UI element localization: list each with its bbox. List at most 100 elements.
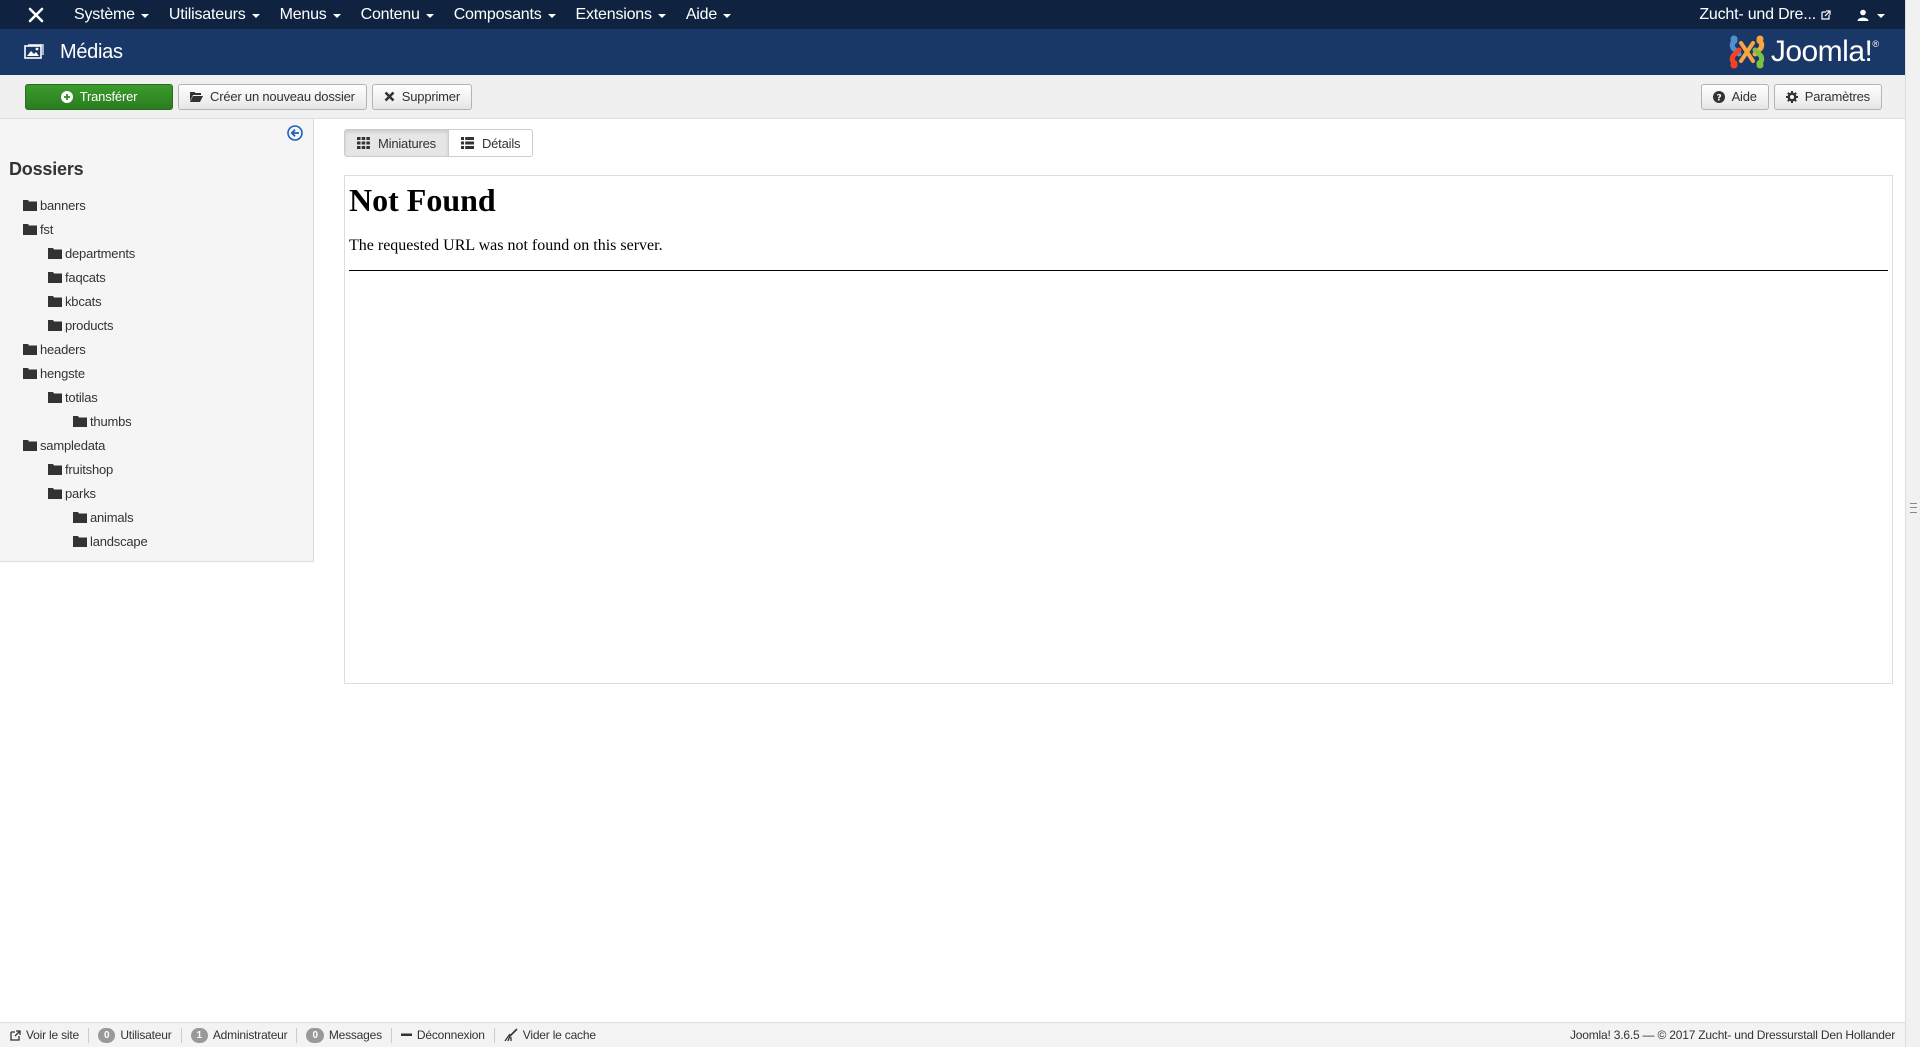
- folder-departments[interactable]: departments: [0, 241, 313, 265]
- folder-banners[interactable]: banners: [0, 193, 313, 217]
- view-site-link[interactable]: Voir le site: [0, 1027, 89, 1043]
- details-view-button[interactable]: Détails: [448, 129, 534, 157]
- folder-kbcats[interactable]: kbcats: [0, 289, 313, 313]
- main-menu: Système Utilisateurs Menus Contenu Compo…: [64, 0, 741, 29]
- folder-faqcats[interactable]: faqcats: [0, 265, 313, 289]
- svg-text:?: ?: [1716, 93, 1721, 103]
- help-button[interactable]: ? Aide: [1700, 83, 1769, 110]
- folder-landscape[interactable]: landscape: [0, 529, 313, 553]
- view-switcher: Miniatures Détails: [344, 129, 534, 157]
- upload-button[interactable]: Transférer: [25, 83, 173, 110]
- caret-down-icon: [1877, 13, 1885, 18]
- messages-status[interactable]: 0 Messages: [297, 1027, 392, 1043]
- folders-heading: Dossiers: [9, 159, 84, 179]
- caret-down-icon: [251, 13, 260, 18]
- menu-extensions[interactable]: Extensions: [566, 0, 676, 29]
- folder-icon: [48, 319, 62, 331]
- folder-icon: [48, 391, 62, 403]
- folder-animals[interactable]: animals: [0, 505, 313, 529]
- caret-down-icon: [140, 13, 149, 18]
- error-message: The requested URL was not found on this …: [349, 237, 663, 254]
- visitors-count-badge: 0: [97, 1027, 116, 1043]
- broom-icon: [504, 1028, 518, 1042]
- new-folder-button[interactable]: Créer un nouveau dossier: [178, 83, 367, 110]
- question-circle-icon: ?: [1712, 90, 1725, 103]
- folder-products[interactable]: products: [0, 313, 313, 337]
- brand-name: Joomla!: [1770, 35, 1873, 68]
- folder-parks[interactable]: parks: [0, 481, 313, 505]
- thumbnails-view-button[interactable]: Miniatures: [344, 129, 449, 157]
- folder-icon: [23, 439, 37, 451]
- messages-count-badge: 0: [306, 1027, 324, 1043]
- images-icon: [24, 43, 46, 61]
- site-name: Zucht- und Dre...: [1699, 5, 1816, 23]
- caret-down-icon: [657, 13, 666, 18]
- clear-cache-link[interactable]: Vider le cache: [495, 1028, 605, 1043]
- folder-icon: [48, 271, 62, 283]
- folder-fruitshop[interactable]: fruitshop: [0, 457, 313, 481]
- collapse-sidebar-icon[interactable]: [287, 125, 303, 141]
- copyright-text: Joomla! 3.6.5 — © 2017 Zucht- und Dressu…: [1569, 1028, 1895, 1042]
- joomla-brand-icon: [1729, 35, 1764, 69]
- folder-icon: [73, 415, 87, 427]
- joomla-logo-icon[interactable]: [18, 7, 54, 23]
- external-link-icon: [1821, 9, 1831, 20]
- folder-icon: [73, 511, 87, 523]
- folder-totilas[interactable]: totilas: [0, 385, 313, 409]
- registered-mark: ®: [1872, 39, 1879, 49]
- status-bar: Voir le site 0 Utilisateur 1 Administrat…: [0, 1022, 1905, 1047]
- folder-thumbs[interactable]: thumbs: [0, 409, 313, 433]
- joomla-brand: Joomla! ®: [1727, 33, 1879, 71]
- page-title: Médias: [60, 40, 123, 63]
- folder-fst[interactable]: fst: [0, 217, 313, 241]
- visitors-status[interactable]: 0 Utilisateur: [89, 1027, 182, 1043]
- window-scrollbar[interactable]: [1905, 0, 1920, 1047]
- folder-hengste[interactable]: hengste: [0, 361, 313, 385]
- admins-count-badge: 1: [190, 1027, 208, 1043]
- user-menu[interactable]: [1843, 9, 1905, 21]
- caret-down-icon: [723, 13, 732, 18]
- folder-icon: [23, 223, 37, 235]
- top-navbar: Système Utilisateurs Menus Contenu Compo…: [0, 0, 1905, 29]
- menu-menus[interactable]: Menus: [270, 0, 351, 29]
- folder-icon: [48, 247, 62, 259]
- folder-icon: [48, 295, 62, 307]
- menu-aide[interactable]: Aide: [676, 0, 741, 29]
- folder-icon: [23, 343, 37, 355]
- delete-button[interactable]: Supprimer: [371, 83, 472, 110]
- page-header: Médias Joomla! ®: [0, 29, 1905, 75]
- folder-icon: [73, 535, 87, 547]
- times-icon: [384, 91, 395, 102]
- admins-status[interactable]: 1 Administrateur: [182, 1027, 298, 1043]
- divider: [349, 270, 1888, 271]
- menu-utilisateurs[interactable]: Utilisateurs: [159, 0, 270, 29]
- folders-sidebar: Dossiers banners fst departments faqcats…: [0, 119, 314, 562]
- logout-link[interactable]: Déconnexion: [392, 1027, 495, 1043]
- menu-composants[interactable]: Composants: [444, 0, 566, 29]
- error-title: Not Found: [349, 182, 496, 218]
- folder-icon: [48, 487, 62, 499]
- menu-contenu[interactable]: Contenu: [351, 0, 444, 29]
- folder-icon: [23, 367, 37, 379]
- gear-icon: [1785, 90, 1798, 103]
- user-icon: [1857, 9, 1869, 21]
- media-frame: Not Found The requested URL was not foun…: [344, 175, 1893, 684]
- caret-down-icon: [332, 13, 341, 18]
- folder-open-icon: [190, 91, 203, 102]
- plus-circle-icon: [60, 90, 73, 103]
- list-icon: [460, 137, 474, 149]
- caret-down-icon: [547, 13, 556, 18]
- toolbar: Transférer Créer un nouveau dossier Supp…: [0, 75, 1905, 119]
- caret-down-icon: [425, 13, 434, 18]
- site-link[interactable]: Zucht- und Dre...: [1687, 6, 1843, 24]
- options-button[interactable]: Paramètres: [1773, 83, 1882, 110]
- folder-sampledata[interactable]: sampledata: [0, 433, 313, 457]
- scroll-grip-icon[interactable]: [1910, 503, 1917, 513]
- folder-icon: [48, 463, 62, 475]
- grid-icon: [357, 137, 370, 149]
- folder-headers[interactable]: headers: [0, 337, 313, 361]
- folder-tree: banners fst departments faqcats kbcats p…: [0, 193, 313, 553]
- external-link-icon: [10, 1029, 21, 1041]
- minus-icon: [400, 1033, 412, 1037]
- menu-systeme[interactable]: Système: [64, 0, 159, 29]
